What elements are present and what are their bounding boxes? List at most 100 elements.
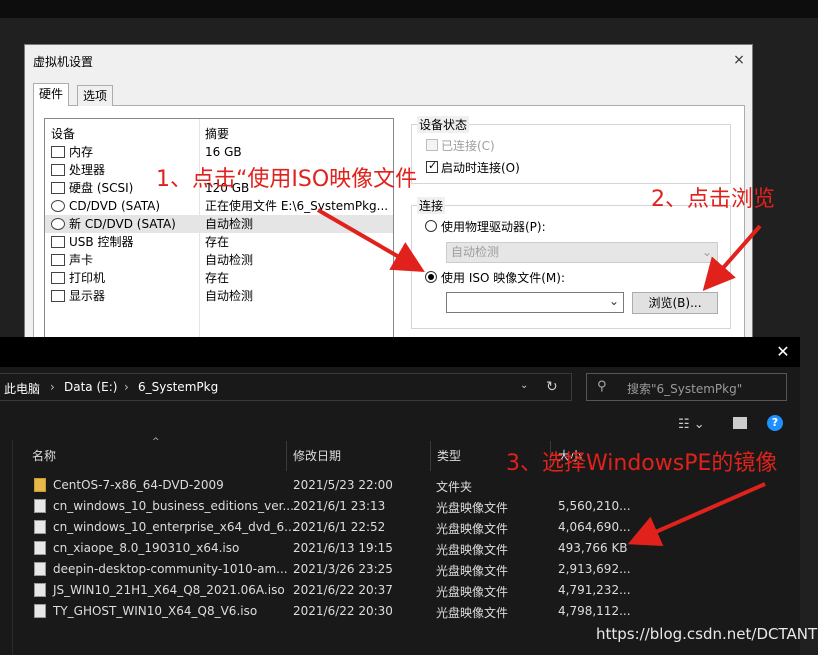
cdrom-icon bbox=[51, 200, 65, 212]
device-summary: 自动检测 bbox=[205, 217, 254, 231]
navigation-pane[interactable] bbox=[0, 440, 13, 655]
column-header-type[interactable]: 类型 bbox=[437, 447, 461, 464]
breadcrumb-this-pc[interactable]: 此电脑 bbox=[4, 380, 40, 397]
file-name: CentOS-7-x86_64-DVD-2009 bbox=[53, 478, 224, 492]
chevron-right-icon: › bbox=[124, 380, 129, 394]
file-row[interactable]: CentOS-7-x86_64-DVD-2009 2021/5/23 22:00 文… bbox=[28, 475, 628, 496]
top-dark-strip bbox=[0, 0, 818, 18]
memory-icon bbox=[51, 146, 65, 158]
device-row-selected[interactable]: 新 CD/DVD (SATA) 自动检测 bbox=[45, 215, 393, 233]
help-icon[interactable]: ? bbox=[767, 415, 783, 431]
file-size: 493,766 KB bbox=[558, 541, 628, 555]
view-options-icon[interactable]: ☷ ⌄ bbox=[678, 417, 705, 432]
device-row[interactable]: 内存 16 GB bbox=[45, 143, 393, 161]
disc-image-icon bbox=[34, 520, 46, 534]
file-size: 5,560,210... bbox=[558, 499, 631, 513]
device-row[interactable]: 打印机 存在 bbox=[45, 269, 393, 287]
disc-image-icon bbox=[34, 583, 46, 597]
breadcrumb-drive[interactable]: Data (E:) bbox=[64, 380, 117, 394]
sort-ascending-icon: ^ bbox=[152, 437, 160, 447]
device-name: CD/DVD (SATA) bbox=[69, 199, 161, 213]
device-list[interactable]: 设备 摘要 内存 16 GB 处理器 硬盘 (SCSI) 120 GB CD/D… bbox=[44, 118, 394, 345]
device-row[interactable]: 显示器 自动检测 bbox=[45, 287, 393, 305]
cpu-icon bbox=[51, 164, 65, 176]
device-row[interactable]: 声卡 自动检测 bbox=[45, 251, 393, 269]
disc-image-icon bbox=[34, 499, 46, 513]
refresh-icon[interactable]: ↻ bbox=[546, 379, 558, 395]
search-box[interactable]: ⚲ 搜索"6_SystemPkg" bbox=[586, 373, 787, 401]
monitor-icon bbox=[51, 290, 65, 302]
file-row[interactable]: deepin-desktop-community-1010-am... 2021/… bbox=[28, 559, 631, 580]
file-date: 2021/6/22 20:30 bbox=[293, 604, 393, 618]
physical-drive-radio[interactable] bbox=[425, 220, 437, 232]
chevron-right-icon: › bbox=[50, 380, 55, 394]
column-header-name[interactable]: 名称 bbox=[32, 447, 56, 464]
device-name: 硬盘 (SCSI) bbox=[69, 181, 134, 195]
close-icon[interactable]: ✕ bbox=[772, 341, 794, 363]
search-placeholder: 搜索"6_SystemPkg" bbox=[627, 382, 743, 396]
preview-pane-icon[interactable] bbox=[733, 417, 747, 429]
file-row[interactable]: TY_GHOST_WIN10_X64_Q8_V6.iso 2021/6/22 20… bbox=[28, 601, 631, 622]
column-divider bbox=[430, 441, 431, 471]
device-name: 新 CD/DVD (SATA) bbox=[69, 217, 176, 231]
file-row[interactable]: cn_windows_10_business_editions_ver... 20… bbox=[28, 496, 631, 517]
file-size: 4,791,232... bbox=[558, 583, 631, 597]
search-icon: ⚲ bbox=[597, 379, 607, 394]
usb-icon bbox=[51, 236, 65, 248]
address-bar[interactable]: 此电脑 › Data (E:) › 6_SystemPkg ⌄ bbox=[0, 373, 572, 401]
disc-image-icon bbox=[34, 562, 46, 576]
file-name: cn_windows_10_enterprise_x64_dvd_6... bbox=[53, 520, 296, 534]
column-header-summary: 摘要 bbox=[205, 127, 230, 141]
chevron-down-icon[interactable]: ⌄ bbox=[520, 380, 528, 391]
connected-checkbox[interactable] bbox=[426, 139, 438, 151]
device-name: 内存 bbox=[69, 145, 94, 159]
file-type: 光盘映像文件 bbox=[436, 564, 509, 578]
column-divider bbox=[286, 441, 287, 471]
physical-drive-select[interactable]: 自动检测 ⌄ bbox=[446, 242, 718, 263]
device-summary: 存在 bbox=[205, 235, 230, 249]
file-name: cn_xiaope_8.0_190310_x64.iso bbox=[53, 541, 240, 555]
file-row[interactable]: cn_windows_10_enterprise_x64_dvd_6... 202… bbox=[28, 517, 631, 538]
column-header-date[interactable]: 修改日期 bbox=[293, 447, 341, 464]
file-date: 2021/6/13 19:15 bbox=[293, 541, 393, 555]
tab-hardware[interactable]: 硬件 bbox=[33, 83, 70, 106]
watermark: https://blog.csdn.net/DCTANT bbox=[596, 625, 818, 643]
disc-image-icon bbox=[34, 604, 46, 618]
printer-icon bbox=[51, 272, 65, 284]
iso-path-combobox[interactable]: ⌄ bbox=[446, 292, 624, 313]
connected-label: 已连接(C) bbox=[441, 139, 495, 153]
file-date: 2021/3/26 23:25 bbox=[293, 562, 393, 576]
connect-on-power-checkbox[interactable]: ✓ bbox=[426, 159, 438, 173]
device-name: 处理器 bbox=[69, 163, 106, 177]
file-explorer-window: ✕ 此电脑 › Data (E:) › 6_SystemPkg ⌄ ↻ ⚲ 搜索… bbox=[0, 337, 800, 655]
device-row[interactable]: USB 控制器 存在 bbox=[45, 233, 393, 251]
file-date: 2021/6/1 23:13 bbox=[293, 499, 386, 513]
annotation-step1: 1、点击“使用ISO映像文件 bbox=[156, 167, 418, 192]
file-name: cn_windows_10_business_editions_ver... bbox=[53, 499, 294, 513]
file-type: 文件夹 bbox=[436, 480, 473, 494]
file-row[interactable]: JS_WIN10_21H1_X64_Q8_2021.06A.iso 2021/6/… bbox=[28, 580, 631, 601]
dialog-title: 虚拟机设置 bbox=[33, 55, 94, 69]
iso-file-radio[interactable] bbox=[425, 271, 437, 283]
browse-button[interactable]: 浏览(B)... bbox=[632, 292, 718, 314]
device-row[interactable]: CD/DVD (SATA) 正在使用文件 E:\6_SystemPkg... bbox=[45, 197, 393, 215]
file-type: 光盘映像文件 bbox=[436, 501, 509, 515]
annotation-step3: 3、选择WindowsPE的镜像 bbox=[506, 451, 778, 476]
device-name: 声卡 bbox=[69, 253, 94, 267]
harddisk-icon bbox=[51, 182, 65, 194]
annotation-step2: 2、点击浏览 bbox=[651, 187, 775, 212]
cdrom-icon bbox=[51, 218, 65, 230]
connect-on-power-label: 启动时连接(O) bbox=[441, 161, 520, 175]
chevron-down-icon: ⌄ bbox=[701, 245, 712, 259]
file-row[interactable]: cn_xiaope_8.0_190310_x64.iso 2021/6/13 19… bbox=[28, 538, 628, 559]
tab-options[interactable]: 选项 bbox=[77, 85, 114, 106]
device-name: 打印机 bbox=[69, 271, 106, 285]
column-header-device: 设备 bbox=[51, 127, 76, 141]
close-icon[interactable]: × bbox=[729, 50, 749, 70]
file-type: 光盘映像文件 bbox=[436, 543, 509, 557]
breadcrumb-folder[interactable]: 6_SystemPkg bbox=[138, 380, 218, 394]
speaker-icon bbox=[51, 254, 65, 266]
device-name: 显示器 bbox=[69, 289, 106, 303]
file-name: JS_WIN10_21H1_X64_Q8_2021.06A.iso bbox=[53, 583, 285, 597]
file-date: 2021/6/1 22:52 bbox=[293, 520, 386, 534]
